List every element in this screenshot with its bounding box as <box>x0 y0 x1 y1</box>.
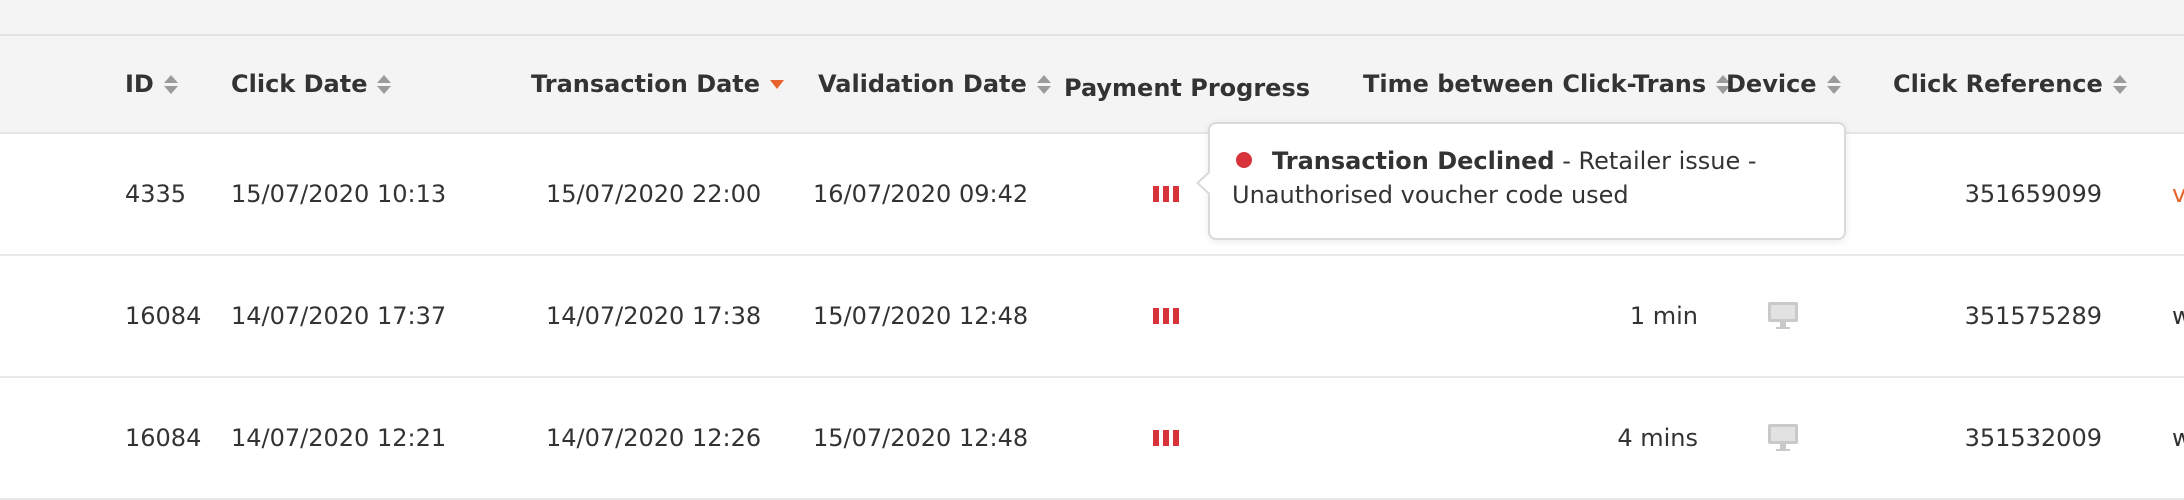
cell-transaction-date: 15/07/2020 22:00 <box>546 180 762 208</box>
cell-validation-date: 15/07/2020 12:48 <box>813 424 1029 452</box>
column-header-transaction-date[interactable]: Transaction Date <box>531 36 785 132</box>
payment-progress-bars-icon[interactable] <box>1153 430 1179 446</box>
payment-status-tooltip: Transaction Declined - Retailer issue - … <box>1196 122 1846 240</box>
desktop-icon <box>1767 378 1799 498</box>
column-header-click-reference[interactable]: Click Reference <box>1893 36 2127 132</box>
table-row[interactable]: 16084 14/07/2020 12:21 14/07/2020 12:26 … <box>0 378 2184 500</box>
sort-icon[interactable] <box>2112 73 2127 95</box>
column-header-validation-date[interactable]: Validation Date <box>818 36 1051 132</box>
cell-truncated-text: v <box>2172 180 2184 208</box>
table-header: ID Click Date Transaction Date Validatio… <box>0 36 2184 134</box>
cell-time-between: 1 min <box>1629 302 1698 330</box>
cell-id: 16084 <box>125 424 202 452</box>
column-header-id[interactable]: ID <box>125 36 178 132</box>
top-strip <box>0 0 2184 36</box>
status-dot-icon <box>1236 152 1252 168</box>
sort-descending-icon[interactable] <box>770 79 785 89</box>
cell-time-between: 4 mins <box>1617 424 1698 452</box>
cell-click-reference: 351659099 <box>1964 180 2102 208</box>
sort-icon[interactable] <box>1036 73 1051 95</box>
column-header-device[interactable]: Device <box>1726 36 1841 132</box>
cell-validation-date: 15/07/2020 12:48 <box>813 302 1029 330</box>
cell-click-date: 15/07/2020 10:13 <box>231 180 447 208</box>
desktop-icon <box>1767 256 1799 376</box>
cell-transaction-date: 14/07/2020 12:26 <box>546 424 762 452</box>
cell-truncated-text: w <box>2172 302 2184 330</box>
payment-progress-bars-icon[interactable] <box>1153 308 1179 324</box>
payment-progress-bars-icon[interactable] <box>1153 186 1179 202</box>
payment-progress[interactable] <box>1153 378 1179 498</box>
cell-id: 16084 <box>125 302 202 330</box>
cell-click-date: 14/07/2020 12:21 <box>231 424 447 452</box>
sort-icon[interactable] <box>377 73 392 95</box>
cell-validation-date: 16/07/2020 09:42 <box>813 180 1029 208</box>
cell-truncated-text: w <box>2172 424 2184 452</box>
cell-transaction-date: 14/07/2020 17:38 <box>546 302 762 330</box>
cell-id: 4335 <box>125 180 187 208</box>
column-header-click-date[interactable]: Click Date <box>231 36 392 132</box>
payment-progress[interactable] <box>1153 256 1179 376</box>
tooltip-title: Transaction Declined <box>1272 147 1555 175</box>
cell-click-date: 14/07/2020 17:37 <box>231 302 447 330</box>
cell-click-reference: 351575289 <box>1964 302 2102 330</box>
tooltip-reason: Unauthorised voucher code used <box>1232 181 1629 209</box>
tooltip-detail: - Retailer issue - <box>1554 147 1757 175</box>
sort-icon[interactable] <box>163 73 178 95</box>
sort-icon[interactable] <box>1826 73 1841 95</box>
table-row[interactable]: 16084 14/07/2020 17:37 14/07/2020 17:38 … <box>0 256 2184 378</box>
payment-progress[interactable] <box>1153 134 1179 254</box>
column-header-time-between[interactable]: Time between Click-Trans <box>1363 36 1731 132</box>
table-row[interactable]: 4335 15/07/2020 10:13 15/07/2020 22:00 1… <box>0 134 2184 256</box>
cell-click-reference: 351532009 <box>1964 424 2102 452</box>
